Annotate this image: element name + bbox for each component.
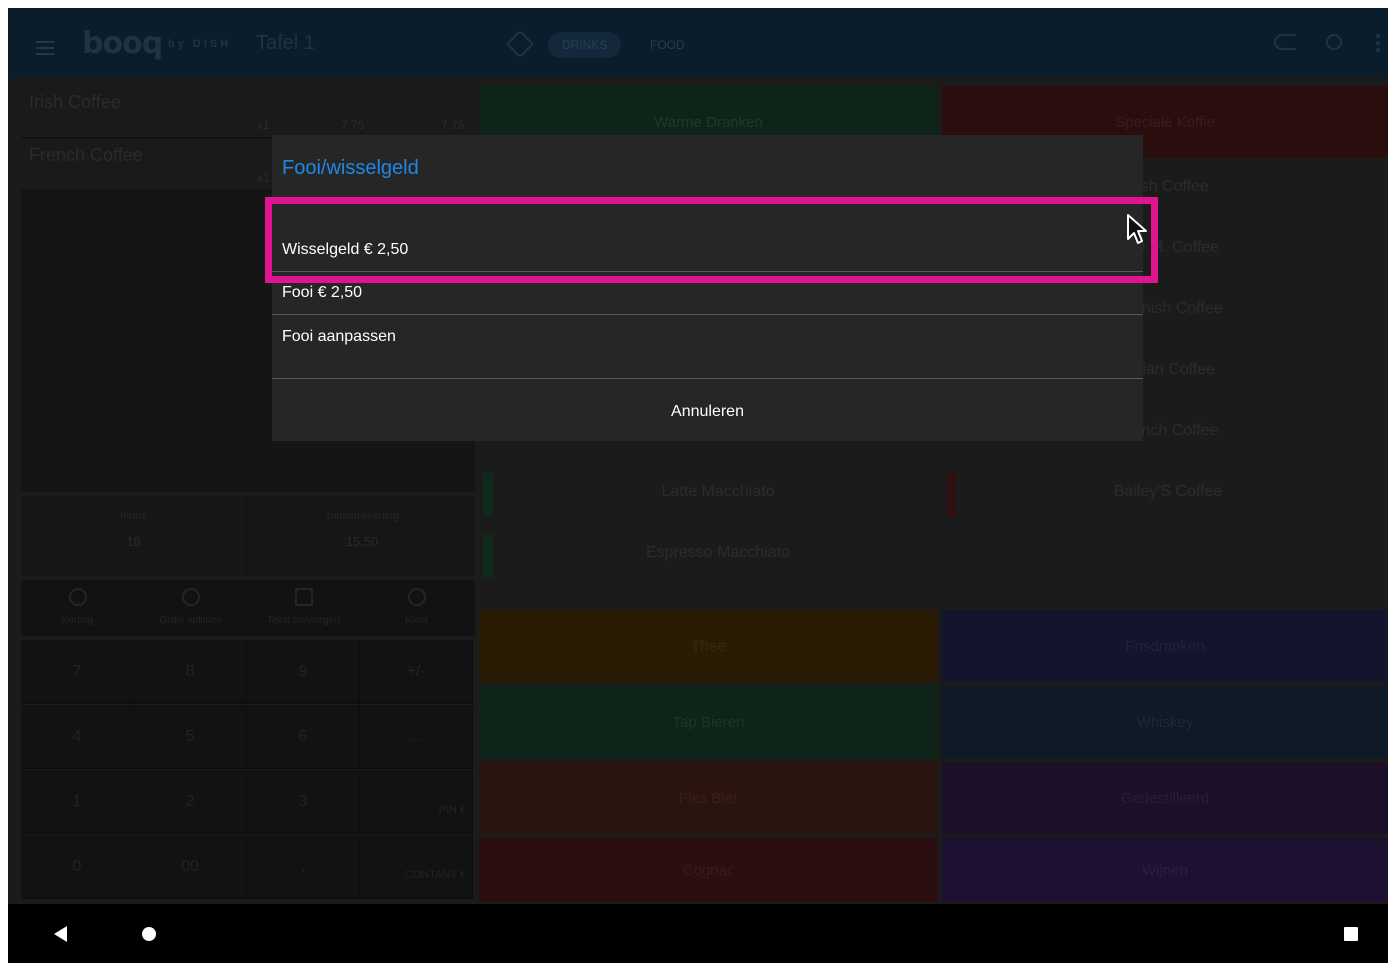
cancel-button[interactable]: Annuleren xyxy=(272,387,1143,437)
persons-label: Items xyxy=(120,510,147,522)
undo-icon[interactable] xyxy=(1274,34,1296,50)
person-icon xyxy=(407,588,426,606)
persons-value: 18 xyxy=(126,534,141,549)
key-more[interactable]: ... xyxy=(360,705,473,769)
category-cognac[interactable]: Cognac xyxy=(479,838,938,902)
pin-button[interactable]: PIN € xyxy=(360,770,473,834)
split-icon xyxy=(181,588,200,606)
key-7[interactable]: 7 xyxy=(21,640,134,704)
product-item[interactable]: Espresso Macchiato xyxy=(498,526,938,580)
order-item-name: Irish Coffee xyxy=(29,92,121,112)
menu-icon[interactable] xyxy=(36,41,54,59)
category-bottled-beer[interactable]: Fles Bier xyxy=(479,762,938,834)
key-1[interactable]: 1 xyxy=(21,770,134,834)
customer-button[interactable]: Klant xyxy=(360,580,473,636)
key-0[interactable]: 0 xyxy=(21,835,134,899)
product-color-mark xyxy=(483,473,493,517)
more-icon[interactable] xyxy=(1376,34,1380,55)
mouse-cursor-icon xyxy=(1127,214,1147,244)
action-label: Order splitsen xyxy=(159,615,222,626)
key-3[interactable]: 3 xyxy=(247,770,360,834)
key-5[interactable]: 5 xyxy=(134,705,247,769)
product-item[interactable]: Latte Macchiato xyxy=(498,465,938,519)
dialog-title: Fooi/wisselgeld xyxy=(282,157,419,179)
pos-screen: booq by DISH Tafel 1 DRINKS FOOD Irish C… xyxy=(8,8,1388,963)
key-8[interactable]: 8 xyxy=(134,640,247,704)
action-label: Tekst toevoegen xyxy=(267,615,340,626)
total-box[interactable]: Tafelafrekening 15,50 xyxy=(249,496,475,576)
tag-icon[interactable] xyxy=(505,29,535,59)
divider xyxy=(272,378,1143,379)
category-spirits[interactable]: Gedestilleerd xyxy=(942,762,1388,834)
highlight-box xyxy=(265,197,1158,283)
total-value: 15,50 xyxy=(345,534,379,549)
order-item-qty: x1 xyxy=(257,171,270,185)
key-00[interactable]: 00 xyxy=(134,835,247,899)
tip-option[interactable]: Fooi € 2,50 xyxy=(282,284,362,302)
action-label: Korting xyxy=(61,615,94,626)
category-tea[interactable]: Thee xyxy=(479,610,938,682)
action-label: Klant xyxy=(405,615,428,626)
key-6[interactable]: 6 xyxy=(247,705,360,769)
category-wines[interactable]: Wijnen xyxy=(942,838,1388,902)
key-4[interactable]: 4 xyxy=(21,705,134,769)
key-2[interactable]: 2 xyxy=(134,770,247,834)
add-text-button[interactable]: Tekst toevoegen xyxy=(247,580,360,636)
category-soft-drinks[interactable]: Frisdranken xyxy=(942,610,1388,682)
logo-sub: by DISH xyxy=(168,38,232,50)
order-item-price: 7,75 xyxy=(341,118,365,132)
nav-recents-icon[interactable] xyxy=(1344,927,1358,941)
split-order-button[interactable]: Order splitsen xyxy=(134,580,247,636)
android-nav-bar xyxy=(8,904,1388,963)
order-item-name: French Coffee xyxy=(29,145,143,165)
order-item-qty: x1 xyxy=(257,118,270,132)
nav-back-icon[interactable] xyxy=(54,926,67,942)
key-plus-minus[interactable]: +/- xyxy=(360,640,473,704)
search-icon[interactable] xyxy=(1326,34,1342,50)
discount-button[interactable]: Korting xyxy=(21,580,134,636)
comment-icon xyxy=(294,588,313,606)
product-item[interactable]: Bailey'S Coffee xyxy=(948,465,1388,519)
cash-button[interactable]: CONTANT € xyxy=(360,835,473,899)
discount-icon xyxy=(68,588,87,606)
keypad: 7 8 9 +/- 4 5 6 ... 1 2 3 PIN € 0 00 , C… xyxy=(21,640,475,902)
nav-home-icon[interactable] xyxy=(142,927,156,941)
table-title: Tafel 1 xyxy=(256,32,315,54)
key-comma[interactable]: , xyxy=(247,835,360,899)
order-line[interactable]: Irish Coffee x1 7,75 7,75 xyxy=(21,86,475,138)
product-color-mark xyxy=(946,473,956,517)
key-9[interactable]: 9 xyxy=(247,640,360,704)
order-totals: Items 18 Tafelafrekening 15,50 xyxy=(21,496,475,576)
order-actions: Korting Order splitsen Tekst toevoegen K… xyxy=(21,580,475,636)
divider xyxy=(272,314,1143,315)
tip-change-dialog: Fooi/wisselgeld Wisselgeld € 2,50 Fooi €… xyxy=(272,135,1143,441)
booq-logo: booq xyxy=(82,26,163,61)
persons-box[interactable]: Items 18 xyxy=(21,496,247,576)
category-tap-beers[interactable]: Tap Bieren xyxy=(479,686,938,758)
tab-drinks[interactable]: DRINKS xyxy=(548,32,622,58)
total-label: Tafelafrekening xyxy=(324,510,400,522)
top-bar: booq by DISH Tafel 1 DRINKS FOOD xyxy=(8,8,1388,78)
adjust-tip-option[interactable]: Fooi aanpassen xyxy=(282,328,396,346)
tab-food[interactable]: FOOD xyxy=(636,32,699,58)
order-item-total: 7,75 xyxy=(441,118,465,132)
category-whiskey[interactable]: Whiskey xyxy=(942,686,1388,758)
product-color-mark xyxy=(483,534,493,578)
